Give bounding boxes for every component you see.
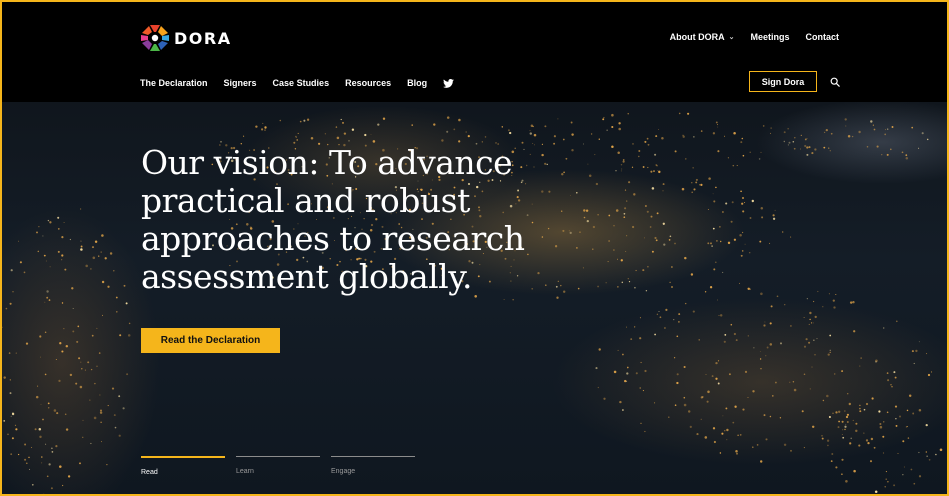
nav-the-declaration[interactable]: The Declaration bbox=[140, 78, 208, 88]
nav-case-studies[interactable]: Case Studies bbox=[273, 78, 330, 88]
read-the-declaration-button[interactable]: Read the Declaration bbox=[141, 328, 280, 353]
nav-meetings[interactable]: Meetings bbox=[750, 32, 789, 42]
hero-section: Our vision: To advance practical and rob… bbox=[2, 102, 947, 494]
tab-learn-indicator bbox=[236, 456, 320, 457]
hero-tabs: Read Learn Engage bbox=[141, 456, 426, 476]
tab-read-indicator bbox=[141, 456, 225, 458]
tab-learn[interactable]: Learn bbox=[236, 456, 320, 476]
tab-read[interactable]: Read bbox=[141, 456, 225, 476]
nav-blog[interactable]: Blog bbox=[407, 78, 427, 88]
nav-about-dora[interactable]: About DORA ⌄ bbox=[670, 32, 735, 42]
tab-learn-label: Learn bbox=[236, 468, 254, 475]
main-nav: The Declaration Signers Case Studies Res… bbox=[140, 78, 455, 88]
tab-read-label: Read bbox=[141, 469, 158, 476]
nav-signers[interactable]: Signers bbox=[224, 78, 257, 88]
browser-frame: DORA About DORA ⌄ Meetings Contact The D… bbox=[0, 0, 949, 496]
twitter-icon[interactable] bbox=[443, 78, 455, 88]
nav-contact[interactable]: Contact bbox=[806, 32, 840, 42]
tab-engage[interactable]: Engage bbox=[331, 456, 415, 476]
sign-dora-button[interactable]: Sign Dora bbox=[749, 71, 817, 92]
chevron-down-icon: ⌄ bbox=[728, 34, 735, 41]
nav-about-dora-label: About DORA bbox=[669, 32, 725, 42]
utility-nav: About DORA ⌄ Meetings Contact bbox=[654, 32, 839, 42]
site-header: DORA About DORA ⌄ Meetings Contact The D… bbox=[2, 2, 947, 102]
dora-logo[interactable]: DORA bbox=[140, 24, 232, 52]
dora-logo-icon bbox=[141, 25, 169, 51]
brand-name: DORA bbox=[174, 28, 232, 48]
tab-engage-indicator bbox=[331, 456, 415, 457]
hero-headline: Our vision: To advance practical and rob… bbox=[141, 143, 525, 296]
search-icon[interactable] bbox=[830, 77, 840, 87]
nav-resources[interactable]: Resources bbox=[345, 78, 391, 88]
tab-engage-label: Engage bbox=[331, 468, 356, 475]
